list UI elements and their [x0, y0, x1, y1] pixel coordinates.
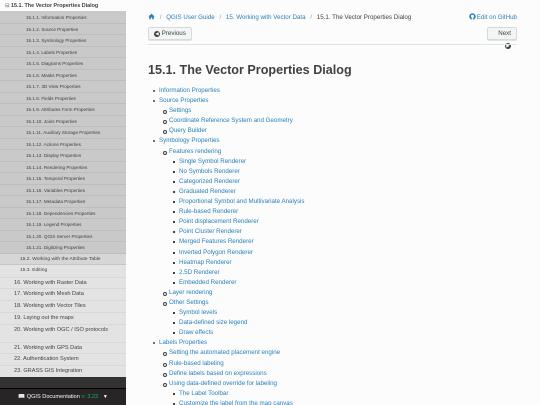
version-switcher[interactable]: 📖 QGIS Documentation v: 3.22 ▼	[0, 388, 126, 405]
sidebar-subitem[interactable]: 15.1.11. Auxiliary Storage Properties	[0, 127, 126, 139]
contents-link[interactable]: The Label Toolbar	[148, 389, 523, 399]
edit-on-github-link[interactable]: Edit on GitHub	[469, 13, 517, 21]
contents-link[interactable]: Query Builder	[148, 126, 523, 136]
sidebar-subitem[interactable]: 15.1.17. Metadata Properties	[0, 196, 126, 208]
contents-link[interactable]: Categorized Renderer	[148, 177, 523, 187]
contents-link[interactable]: Data-defined size legend	[148, 318, 523, 328]
sidebar-item-editing[interactable]: 15.3. Editing	[0, 265, 126, 277]
caret-down-icon: ▼	[102, 394, 108, 400]
contents-link[interactable]: 2.5D Renderer	[148, 268, 523, 278]
contents-link[interactable]: Single Symbol Renderer	[148, 157, 523, 167]
breadcrumb-separator: /	[310, 14, 313, 21]
contents-link[interactable]: Merged Features Renderer	[148, 237, 523, 247]
home-link[interactable]	[148, 13, 157, 21]
sidebar-chapter[interactable]: 21. Working with GPS Data	[0, 341, 126, 354]
sidebar-chapter[interactable]: 19. Laying out the maps	[0, 311, 126, 324]
sidebar-subitem[interactable]: 15.1.13. Display Properties	[0, 150, 126, 162]
contents-link[interactable]: Layer rendering	[148, 288, 523, 298]
contents-link[interactable]: Embedded Renderer	[148, 278, 523, 288]
contents-link[interactable]: No Symbols Renderer	[148, 167, 523, 177]
sidebar-item-label: 15.1. The Vector Properties Dialog	[11, 3, 99, 9]
contents-link[interactable]: Source Properties	[148, 96, 523, 106]
contents-link[interactable]: Using data-defined override for labeling	[148, 379, 523, 389]
contents-link[interactable]: Heatmap Renderer	[148, 258, 523, 268]
breadcrumb-separator: /	[159, 14, 162, 21]
contents-link[interactable]: Features rendering	[148, 147, 523, 157]
sidebar-subitem[interactable]: 15.1.9. Attributes Form Properties	[0, 104, 126, 116]
next-button[interactable]: Next ▶	[487, 27, 517, 49]
contents-link[interactable]: Inverted Polygon Renderer	[148, 248, 523, 258]
sidebar-chapter[interactable]: 18. Working with Vector Tiles	[0, 300, 126, 312]
book-icon: 📖	[18, 394, 26, 400]
sidebar-item-attribute-table[interactable]: 15.2. Working with the Attribute Table	[0, 253, 126, 265]
sidebar: ⊟15.1. The Vector Properties Dialog 15.1…	[0, 0, 126, 405]
contents-link[interactable]: Rule-based labeling	[148, 359, 523, 369]
contents-link[interactable]: Setting the automated placement engine	[148, 348, 523, 358]
sidebar-subitem[interactable]: 15.1.12. Actions Properties	[0, 138, 126, 150]
contents-link[interactable]: Symbology Properties	[148, 136, 523, 146]
sidebar-subitem[interactable]: 15.1.1. Information Properties	[0, 12, 126, 24]
sidebar-subitem[interactable]: 15.1.6. Masks Properties	[0, 69, 126, 81]
sidebar-subitem[interactable]: 15.1.7. 3D View Properties	[0, 81, 126, 93]
contents-link[interactable]: Graduated Renderer	[148, 187, 523, 197]
contents-link[interactable]: Settings	[148, 106, 523, 116]
sidebar-toc: ⊟15.1. The Vector Properties Dialog 15.1…	[0, 0, 126, 378]
version-prefix: v:	[81, 394, 86, 400]
sidebar-subitem[interactable]: 15.1.20. QGIS Server Properties	[0, 230, 126, 242]
sidebar-subitem[interactable]: 15.1.2. Source Properties	[0, 23, 126, 35]
github-icon	[469, 13, 476, 20]
breadcrumb: / QGIS User Guide / 15. Working with Vec…	[148, 13, 523, 21]
sidebar-chapter[interactable]: 20. Working with OGC / ISO protocols	[0, 323, 126, 342]
contents-link[interactable]: Other Settings	[148, 298, 523, 308]
sidebar-subitem[interactable]: 15.1.4. Labels Properties	[0, 46, 126, 58]
contents-link[interactable]: Symbol levels	[148, 308, 523, 318]
page: ⊟15.1. The Vector Properties Dialog 15.1…	[0, 0, 540, 405]
divider	[148, 44, 517, 45]
contents-link[interactable]: Rule-based Renderer	[148, 207, 523, 217]
breadcrumb-chapter[interactable]: 15. Working with Vector Data	[226, 14, 306, 21]
sidebar-subitem[interactable]: 15.1.3. Symbology Properties	[0, 35, 126, 47]
sidebar-subitem[interactable]: 15.1.5. Diagrams Properties	[0, 58, 126, 70]
sidebar-chapter[interactable]: 16. Working with Raster Data	[0, 276, 126, 289]
sidebar-chapter[interactable]: 23. GRASS GIS Integration	[0, 365, 126, 378]
sidebar-subitem[interactable]: 15.1.19. Legend Properties	[0, 219, 126, 231]
contents-link[interactable]: Define labels based on expressions	[148, 369, 523, 379]
page-contents-list: Information Properties Source Properties S…	[148, 86, 523, 405]
sidebar-subitem[interactable]: 15.1.14. Rendering Properties	[0, 161, 126, 173]
previous-button[interactable]: ◀ Previous	[148, 27, 192, 40]
sidebar-chapter[interactable]: 17. Working with Mesh Data	[0, 288, 126, 301]
breadcrumb-separator: /	[219, 14, 222, 21]
sidebar-item-current[interactable]: ⊟15.1. The Vector Properties Dialog	[0, 0, 126, 12]
home-icon	[148, 13, 155, 20]
contents-link[interactable]: Point Cluster Renderer	[148, 227, 523, 237]
sidebar-subitem[interactable]: 15.1.18. Dependencies Properties	[0, 207, 126, 219]
contents-link[interactable]: Labels Properties	[148, 338, 523, 348]
sidebar-subitem[interactable]: 15.1.8. Fields Properties	[0, 92, 126, 104]
contents-link[interactable]: Customize the label from the map canvas	[148, 399, 523, 405]
sidebar-subitem[interactable]: 15.1.15. Temporal Properties	[0, 173, 126, 185]
sidebar-subitem[interactable]: 15.1.16. Variables Properties	[0, 184, 126, 196]
breadcrumb-current: 15.1. The Vector Properties Dialog	[316, 14, 412, 21]
sidebar-subitem[interactable]: 15.1.10. Joins Properties	[0, 115, 126, 127]
version-label: QGIS Documentation	[26, 394, 80, 400]
version-value: 3.22	[87, 394, 99, 400]
previous-label: Previous	[161, 30, 186, 37]
edit-on-github-label: Edit on GitHub	[476, 14, 517, 21]
contents-link[interactable]: Information Properties	[148, 86, 523, 96]
breadcrumb-guide[interactable]: QGIS User Guide	[166, 14, 215, 21]
arrow-left-circle-icon: ◀	[154, 31, 160, 37]
sidebar-chapter[interactable]: 22. Authentication System	[0, 353, 126, 366]
next-label: Next	[498, 30, 511, 37]
contents-link[interactable]: Proportional Symbol and Multivariate Ana…	[148, 197, 523, 207]
contents-link[interactable]: Draw effects	[148, 328, 523, 338]
contents-link[interactable]: Point displacement Renderer	[148, 217, 523, 227]
sidebar-subitem[interactable]: 15.1.21. Digitizing Properties	[0, 242, 126, 254]
main-content: / QGIS User Guide / 15. Working with Vec…	[127, 0, 540, 405]
page-title: 15.1. The Vector Properties Dialog	[148, 63, 352, 77]
contents-link[interactable]: Coordinate Reference System and Geometry	[148, 116, 523, 126]
